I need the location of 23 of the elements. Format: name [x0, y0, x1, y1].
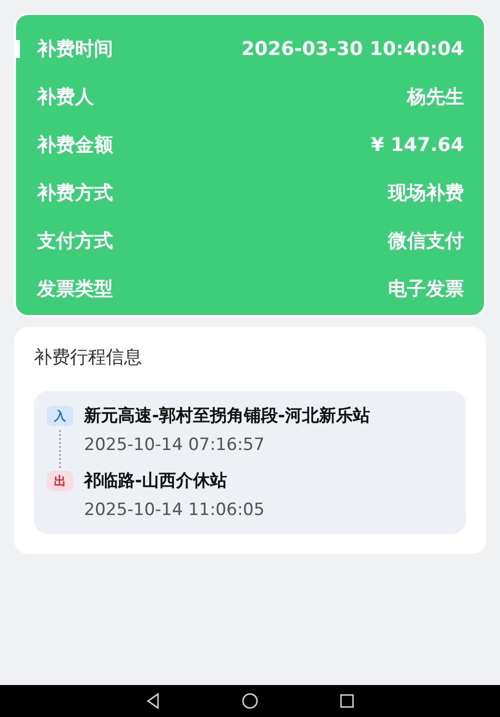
home-icon[interactable]: [242, 693, 258, 709]
field-label: 支付方式: [37, 229, 113, 253]
stop-badge: 入: [47, 406, 73, 426]
field-label: 补费金额: [37, 133, 113, 157]
field-value: 现场补费: [388, 181, 464, 205]
field-value: 电子发票: [388, 277, 464, 301]
stop-time: 2025-10-14 07:16:57: [84, 434, 266, 457]
field-label: 补费方式: [37, 181, 113, 205]
station-name: 新元高速-郭村至拐角铺段-河北新乐站: [84, 405, 370, 428]
field-label: 发票类型: [37, 277, 113, 301]
section-title: 补费行程信息: [34, 346, 143, 370]
field-value: ¥ 147.64: [370, 133, 464, 157]
field-value: 微信支付: [388, 229, 464, 253]
stop-time: 2025-10-14 11:06:05: [84, 499, 265, 522]
field-label: 补费时间: [37, 37, 113, 61]
stop-badge: 出: [47, 471, 73, 491]
back-icon[interactable]: [146, 693, 160, 709]
field-value: 杨先生: [407, 85, 464, 109]
dotted-connector: [59, 430, 61, 468]
field-label: 补费人: [37, 85, 94, 109]
station-name: 祁临路-山西介休站: [84, 470, 228, 493]
recents-icon[interactable]: [340, 694, 354, 708]
field-value: 2026-03-30 10:40:04: [241, 37, 464, 61]
